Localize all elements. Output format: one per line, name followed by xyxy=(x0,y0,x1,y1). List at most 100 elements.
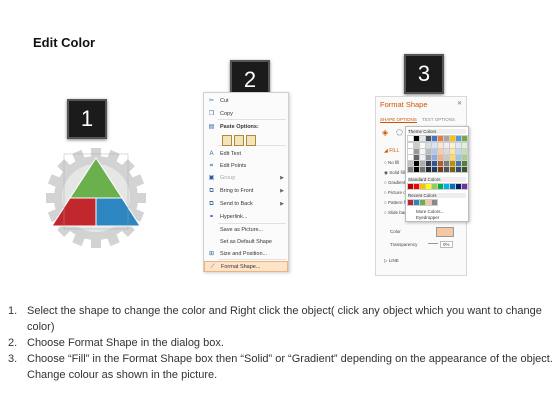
color-swatch[interactable] xyxy=(455,154,462,161)
color-swatch[interactable] xyxy=(425,199,432,206)
color-swatch[interactable] xyxy=(449,135,456,142)
color-swatch[interactable] xyxy=(425,135,432,142)
line-section-header[interactable]: ▷ LINE xyxy=(384,258,399,264)
eyedropper-link[interactable]: Eyedropper xyxy=(416,215,439,220)
color-swatch[interactable] xyxy=(437,142,444,149)
gear-triangle-graphic[interactable] xyxy=(36,140,156,250)
color-swatch[interactable] xyxy=(461,183,468,190)
color-swatch[interactable] xyxy=(437,148,444,155)
color-swatch[interactable] xyxy=(425,160,432,167)
menu-item-paste-options[interactable]: ▤ Paste Options: xyxy=(204,122,288,133)
more-colors-link[interactable]: More Colors... xyxy=(416,209,444,214)
color-picker-button[interactable] xyxy=(436,227,454,237)
color-swatch[interactable] xyxy=(431,160,438,167)
color-swatch[interactable] xyxy=(437,135,444,142)
color-swatch[interactable] xyxy=(461,148,468,155)
color-swatch[interactable] xyxy=(455,142,462,149)
color-swatch[interactable] xyxy=(461,135,468,142)
color-swatch[interactable] xyxy=(443,166,450,173)
color-swatch[interactable] xyxy=(431,199,438,206)
transparency-slider[interactable] xyxy=(428,243,438,244)
color-swatch[interactable] xyxy=(407,142,414,149)
color-swatch[interactable] xyxy=(407,135,414,142)
color-swatch[interactable] xyxy=(419,166,426,173)
color-swatch[interactable] xyxy=(431,142,438,149)
color-swatch[interactable] xyxy=(461,154,468,161)
color-swatch[interactable] xyxy=(413,148,420,155)
effects-icon[interactable]: ⬠ xyxy=(396,128,403,137)
color-swatch[interactable] xyxy=(425,166,432,173)
color-swatch[interactable] xyxy=(413,142,420,149)
color-swatch[interactable] xyxy=(443,160,450,167)
color-swatch[interactable] xyxy=(407,148,414,155)
color-swatch[interactable] xyxy=(449,183,456,190)
color-swatch[interactable] xyxy=(455,148,462,155)
fill-line-icon[interactable]: ◈ xyxy=(382,128,388,137)
color-swatch[interactable] xyxy=(455,166,462,173)
paste-option-icon[interactable] xyxy=(246,135,256,146)
color-swatch[interactable] xyxy=(407,160,414,167)
color-swatch[interactable] xyxy=(443,142,450,149)
menu-item-bring-to-front[interactable]: ⧉ Bring to Front ▶ xyxy=(204,186,288,197)
color-swatch[interactable] xyxy=(407,199,414,206)
tab-shape-options[interactable]: SHAPE OPTIONS xyxy=(380,117,417,123)
color-swatch[interactable] xyxy=(431,148,438,155)
color-swatch[interactable] xyxy=(407,183,414,190)
color-swatch[interactable] xyxy=(437,183,444,190)
menu-item-cut[interactable]: ✂ Cut xyxy=(204,96,288,107)
color-swatch[interactable] xyxy=(413,166,420,173)
color-swatch[interactable] xyxy=(449,166,456,173)
color-swatch[interactable] xyxy=(413,160,420,167)
color-swatch[interactable] xyxy=(419,148,426,155)
color-swatch[interactable] xyxy=(437,166,444,173)
menu-item-edit-points[interactable]: ⌗ Edit Points xyxy=(204,161,288,172)
color-swatch[interactable] xyxy=(413,154,420,161)
menu-item-set-as-default-shape[interactable]: Set as Default Shape xyxy=(204,237,288,248)
color-swatch[interactable] xyxy=(449,148,456,155)
color-swatch[interactable] xyxy=(443,154,450,161)
fill-section-header[interactable]: ◢ FILL xyxy=(384,148,399,154)
color-swatch[interactable] xyxy=(449,160,456,167)
color-swatch[interactable] xyxy=(431,154,438,161)
color-swatch[interactable] xyxy=(431,166,438,173)
color-swatch[interactable] xyxy=(419,183,426,190)
paste-option-icon[interactable] xyxy=(222,135,232,146)
color-swatch[interactable] xyxy=(455,183,462,190)
menu-item-send-to-back[interactable]: ⧉ Send to Back ▶ xyxy=(204,199,288,210)
color-swatch[interactable] xyxy=(419,135,426,142)
color-swatch[interactable] xyxy=(419,142,426,149)
close-icon[interactable]: ✕ xyxy=(457,100,462,107)
tab-text-options[interactable]: TEXT OPTIONS xyxy=(422,117,455,122)
color-swatch[interactable] xyxy=(449,154,456,161)
color-swatch[interactable] xyxy=(443,135,450,142)
color-swatch[interactable] xyxy=(419,199,426,206)
color-swatch[interactable] xyxy=(431,135,438,142)
color-swatch[interactable] xyxy=(443,148,450,155)
menu-item-edit-text[interactable]: A Edit Text xyxy=(204,149,288,160)
menu-item-group[interactable]: ▣ Group ▶ xyxy=(204,173,288,184)
color-swatch[interactable] xyxy=(419,160,426,167)
color-swatch[interactable] xyxy=(425,148,432,155)
color-swatch[interactable] xyxy=(413,183,420,190)
color-swatch[interactable] xyxy=(407,166,414,173)
transparency-input[interactable]: 0% xyxy=(440,241,453,248)
color-swatch[interactable] xyxy=(425,154,432,161)
color-swatch[interactable] xyxy=(461,142,468,149)
color-swatch[interactable] xyxy=(419,154,426,161)
color-swatch[interactable] xyxy=(437,154,444,161)
color-swatch[interactable] xyxy=(425,142,432,149)
paste-option-icon[interactable] xyxy=(234,135,244,146)
color-swatch[interactable] xyxy=(413,199,420,206)
color-swatch[interactable] xyxy=(455,135,462,142)
color-swatch[interactable] xyxy=(449,142,456,149)
color-swatch[interactable] xyxy=(455,160,462,167)
color-swatch[interactable] xyxy=(407,154,414,161)
color-swatch[interactable] xyxy=(443,183,450,190)
color-swatch[interactable] xyxy=(413,135,420,142)
menu-item-save-as-picture[interactable]: Save as Picture... xyxy=(204,225,288,236)
color-swatch[interactable] xyxy=(461,166,468,173)
color-swatch[interactable] xyxy=(461,160,468,167)
color-swatch[interactable] xyxy=(431,183,438,190)
color-swatch[interactable] xyxy=(437,160,444,167)
menu-item-format-shape[interactable]: ⟋ Format Shape... xyxy=(204,261,288,272)
